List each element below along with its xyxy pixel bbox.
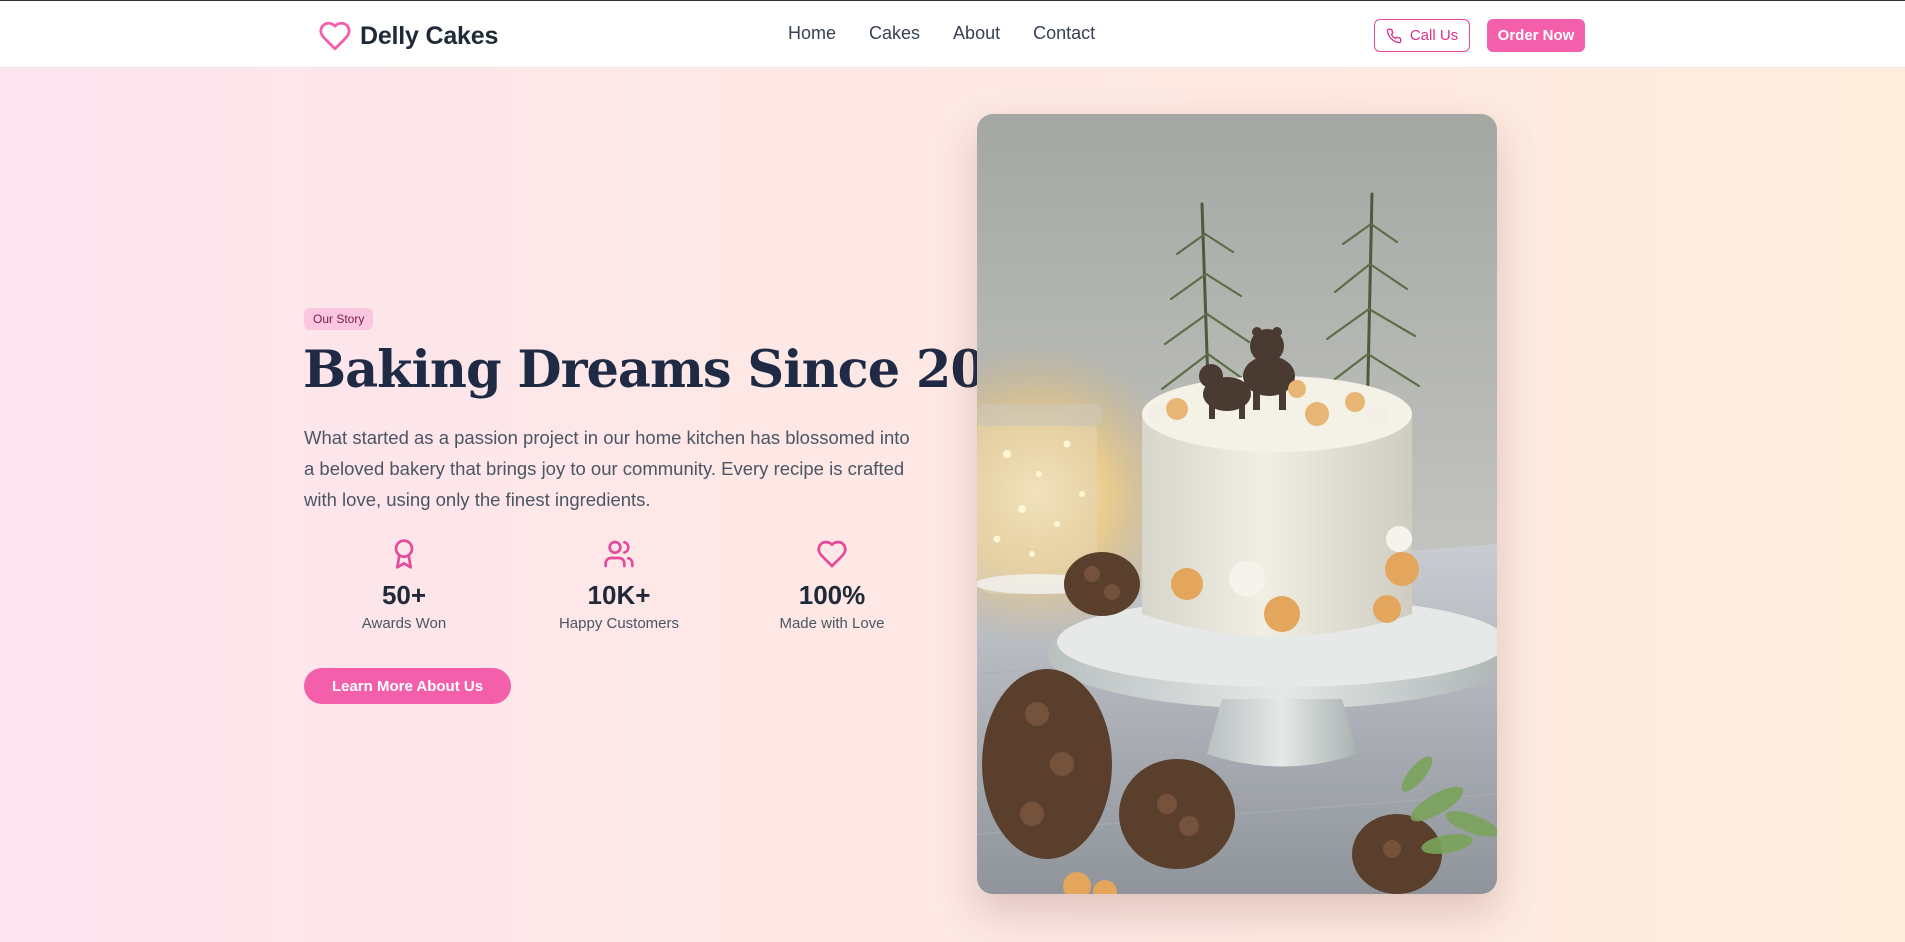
- nav-about[interactable]: About: [953, 23, 1000, 44]
- stat-value: 100%: [798, 580, 866, 610]
- stat-label: Awards Won: [361, 615, 447, 632]
- main-nav: Home Cakes About Contact: [788, 23, 1095, 44]
- hero-description: What started as a passion project in our…: [304, 427, 910, 510]
- brand-logo[interactable]: Delly Cakes: [318, 18, 498, 54]
- stat-label: Made with Love: [779, 615, 885, 632]
- page-title: Baking Dreams Since 2015: [303, 340, 1055, 400]
- users-icon: [604, 540, 634, 568]
- phone-icon: [1386, 28, 1402, 43]
- award-icon: [394, 539, 414, 569]
- brand-name: Delly Cakes: [360, 21, 499, 50]
- stats-row: 50+ Awards Won 10K+ Happy Customers 100%…: [304, 538, 918, 638]
- stat-awards: 50+ Awards Won: [304, 538, 504, 632]
- learn-more-button[interactable]: Learn More About Us: [304, 668, 511, 704]
- cake-photo: [977, 114, 1497, 894]
- order-now-button[interactable]: Order Now: [1487, 19, 1585, 52]
- stat-value: 10K+: [587, 580, 651, 610]
- nav-cakes[interactable]: Cakes: [869, 23, 920, 44]
- stat-love: 100% Made with Love: [732, 538, 932, 632]
- cake-illustration: [977, 114, 1497, 894]
- hero-section: Our Story Baking Dreams Since 2015 What …: [0, 68, 1905, 942]
- heart-icon: [817, 540, 847, 568]
- call-us-button[interactable]: Call Us: [1374, 19, 1470, 52]
- nav-contact[interactable]: Contact: [1033, 23, 1095, 44]
- section-badge: Our Story: [304, 308, 374, 330]
- stat-label: Happy Customers: [558, 615, 680, 632]
- call-us-label: Call Us: [1409, 27, 1459, 44]
- stat-value: 50+: [381, 580, 427, 610]
- site-header: Delly Cakes Home Cakes About Contact Cal…: [0, 0, 1905, 68]
- stat-customers: 10K+ Happy Customers: [519, 538, 719, 632]
- heart-icon: [319, 21, 351, 51]
- nav-home[interactable]: Home: [788, 23, 836, 44]
